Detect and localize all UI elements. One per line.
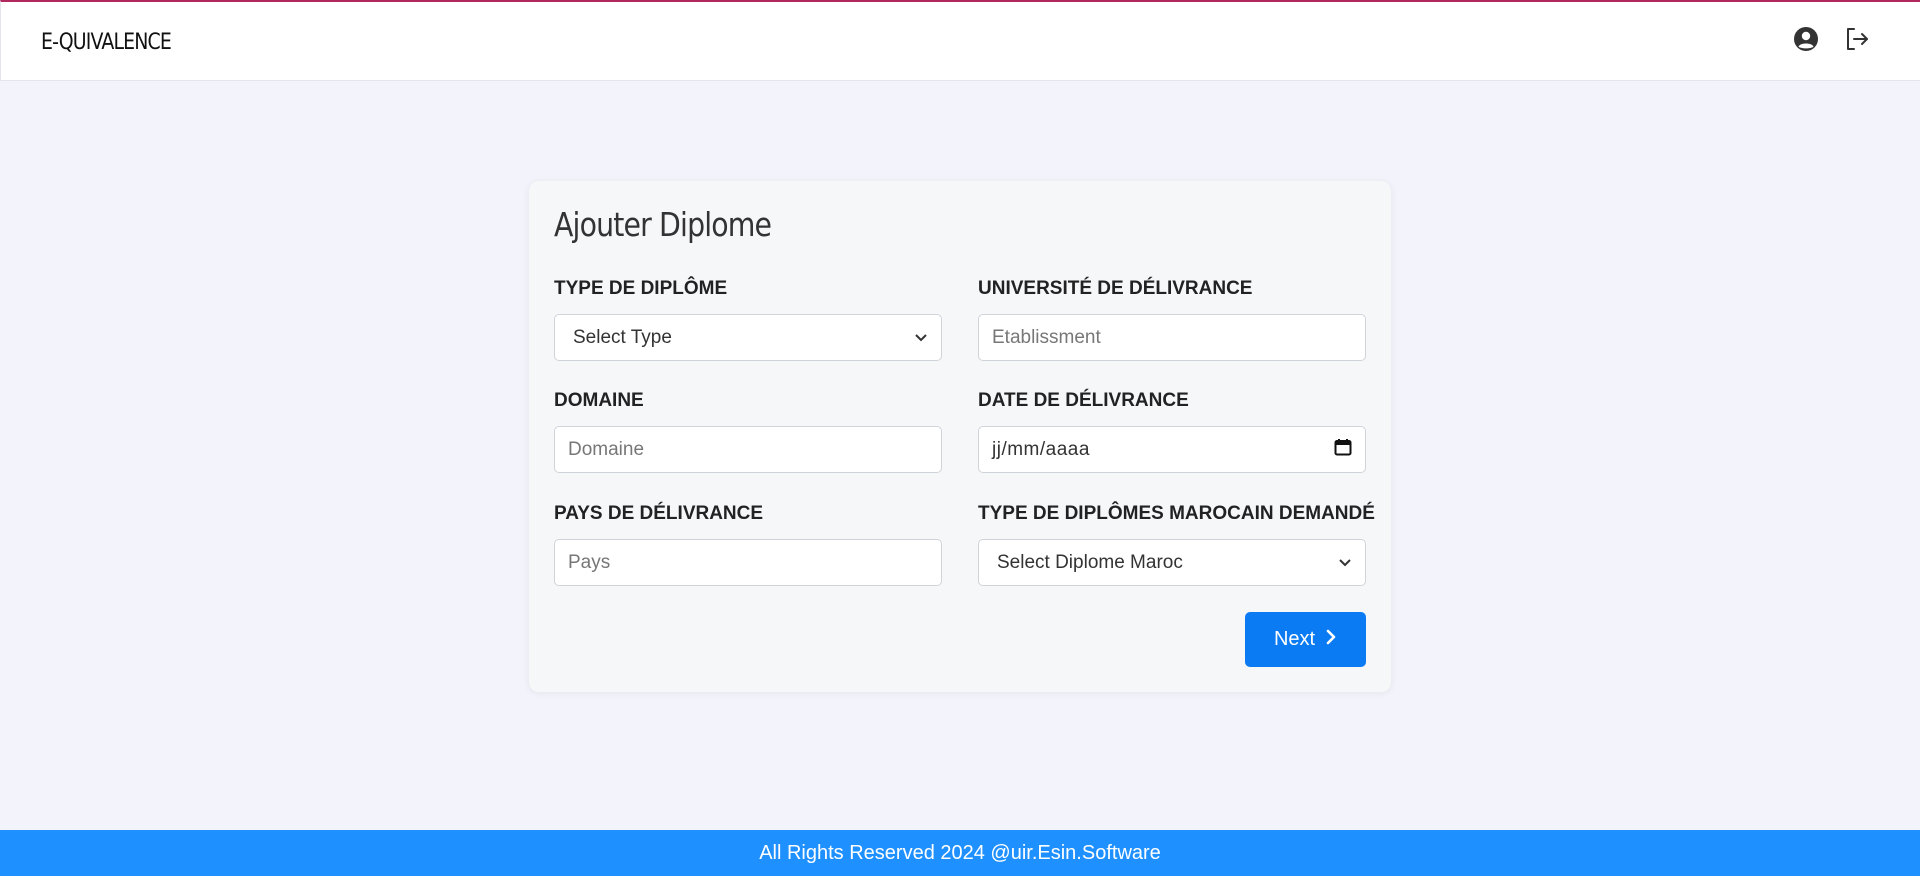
diplome-maroc-value: Select Diplome Maroc [997, 551, 1183, 573]
calendar-icon[interactable] [1334, 438, 1352, 462]
next-button[interactable]: Next [1245, 612, 1366, 667]
type-diplome-select[interactable]: Select Type [554, 314, 942, 361]
domaine-input[interactable]: Domaine [554, 426, 942, 473]
top-navbar: E-QUIVALENCE [0, 0, 1920, 81]
universite-label: UNIVERSITÉ DE DÉLIVRANCE [978, 278, 1253, 299]
brand-logo[interactable]: E-QUIVALENCE [41, 30, 172, 55]
logout-icon[interactable] [1842, 24, 1872, 54]
footer: All Rights Reserved 2024 @uir.Esin.Softw… [0, 830, 1920, 876]
domaine-label: DOMAINE [554, 390, 644, 411]
user-circle-icon[interactable] [1791, 24, 1821, 54]
date-placeholder: jj/mm/aaaa [992, 438, 1090, 460]
chevron-down-icon [1338, 558, 1352, 568]
diplome-maroc-select[interactable]: Select Diplome Maroc [978, 539, 1366, 586]
date-label: DATE DE DÉLIVRANCE [978, 390, 1189, 411]
type-diplome-value: Select Type [573, 326, 672, 348]
date-input[interactable]: jj/mm/aaaa [978, 426, 1366, 473]
add-diploma-card: Ajouter Diplome TYPE DE DIPLÔME Select T… [529, 181, 1391, 692]
diplome-maroc-label: TYPE DE DIPLÔMES MAROCAIN DEMANDÉ [978, 503, 1375, 524]
next-button-label: Next [1273, 628, 1316, 650]
chevron-down-icon [914, 333, 928, 343]
universite-placeholder: Etablissment [992, 326, 1101, 348]
pays-label: PAYS DE DÉLIVRANCE [554, 503, 764, 524]
chevron-right-icon [1325, 628, 1337, 651]
pays-placeholder: Pays [568, 551, 611, 573]
universite-input[interactable]: Etablissment [978, 314, 1366, 361]
footer-text: All Rights Reserved 2024 @uir.Esin.Softw… [759, 841, 1161, 864]
type-diplome-label: TYPE DE DIPLÔME [554, 278, 728, 299]
domaine-placeholder: Domaine [568, 438, 645, 460]
page-title: Ajouter Diplome [554, 205, 772, 244]
pays-input[interactable]: Pays [554, 539, 942, 586]
